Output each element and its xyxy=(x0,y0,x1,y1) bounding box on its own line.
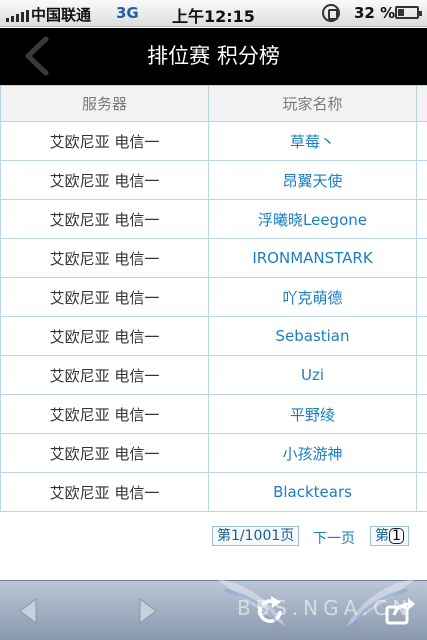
player-link[interactable]: Blacktears xyxy=(208,472,417,512)
status-time: 上午12:15 xyxy=(172,7,255,26)
extra-cell xyxy=(416,472,427,512)
battery-percent: 32 % xyxy=(354,4,396,22)
extra-cell xyxy=(416,316,427,356)
extra-cell xyxy=(416,394,427,434)
table-row: 艾欧尼亚 电信一 IRONMANSTARK xyxy=(0,238,427,278)
server-cell: 艾欧尼亚 电信一 xyxy=(0,199,209,239)
column-header-server: 服务器 xyxy=(0,85,209,122)
page-title: 排位赛 积分榜 xyxy=(147,44,280,68)
table-row: 艾欧尼亚 电信一 Blacktears xyxy=(0,472,427,512)
server-cell: 艾欧尼亚 电信一 xyxy=(0,355,209,395)
page-jump-prefix: 第 xyxy=(375,528,389,544)
column-header-extra xyxy=(416,85,427,122)
column-header-player: 玩家名称 xyxy=(208,85,417,122)
extra-cell xyxy=(416,121,427,161)
table-row: 艾欧尼亚 电信一 吖克萌德 xyxy=(0,277,427,317)
back-arrow-icon[interactable] xyxy=(14,595,46,627)
status-bar: 中国联通 3G 上午12:15 32 % xyxy=(0,0,427,27)
extra-cell xyxy=(416,433,427,473)
next-page-link[interactable]: 下一页 xyxy=(313,528,355,548)
signal-strength-icon xyxy=(6,10,29,22)
site-watermark: BBS.NGA.CN xyxy=(205,568,427,640)
watermark-text: BBS.NGA.CN xyxy=(237,596,413,620)
player-link[interactable]: 草莓丶 xyxy=(208,121,417,161)
player-link[interactable]: 浮曦晓Leegone xyxy=(208,199,417,239)
table-row: 艾欧尼亚 电信一 昂翼天使 xyxy=(0,160,427,200)
rotation-lock-icon xyxy=(322,4,340,22)
extra-cell xyxy=(416,199,427,239)
battery-icon xyxy=(395,6,422,19)
forward-arrow-icon[interactable] xyxy=(130,595,162,627)
server-cell: 艾欧尼亚 电信一 xyxy=(0,238,209,278)
ranking-table: 服务器 玩家名称 艾欧尼亚 电信一 草莓丶 艾欧尼亚 电信一 昂翼天使 艾欧尼亚… xyxy=(0,85,427,512)
server-cell: 艾欧尼亚 电信一 xyxy=(0,121,209,161)
player-link[interactable]: IRONMANSTARK xyxy=(208,238,417,278)
extra-cell xyxy=(416,355,427,395)
table-header-row: 服务器 玩家名称 xyxy=(0,85,427,122)
page-jump-input[interactable]: 1 xyxy=(389,528,404,544)
server-cell: 艾欧尼亚 电信一 xyxy=(0,316,209,356)
table-row: 艾欧尼亚 电信一 浮曦晓Leegone xyxy=(0,199,427,239)
player-link[interactable]: 小孩游神 xyxy=(208,433,417,473)
player-link[interactable]: Sebastian xyxy=(208,316,417,356)
table-row: 艾欧尼亚 电信一 Sebastian xyxy=(0,316,427,356)
extra-cell xyxy=(416,277,427,317)
table-row: 艾欧尼亚 电信一 草莓丶 xyxy=(0,121,427,161)
pagination: 第1/1001页 下一页 第1 xyxy=(0,526,427,550)
extra-cell xyxy=(416,160,427,200)
server-cell: 艾欧尼亚 电信一 xyxy=(0,277,209,317)
carrier-name: 中国联通 xyxy=(31,6,92,24)
network-type: 3G xyxy=(116,4,139,22)
table-row: 艾欧尼亚 电信一 小孩游神 xyxy=(0,433,427,473)
player-link[interactable]: 平野绫 xyxy=(208,394,417,434)
table-row: 艾欧尼亚 电信一 平野绫 xyxy=(0,394,427,434)
page-jump[interactable]: 第1 xyxy=(370,526,409,546)
page-indicator: 第1/1001页 xyxy=(212,526,300,546)
table-row: 艾欧尼亚 电信一 Uzi xyxy=(0,355,427,395)
title-bar: 排位赛 积分榜 xyxy=(0,28,427,85)
chevron-left-icon[interactable] xyxy=(18,36,58,76)
player-link[interactable]: 吖克萌德 xyxy=(208,277,417,317)
server-cell: 艾欧尼亚 电信一 xyxy=(0,160,209,200)
extra-cell xyxy=(416,238,427,278)
player-link[interactable]: Uzi xyxy=(208,355,417,395)
server-cell: 艾欧尼亚 电信一 xyxy=(0,433,209,473)
server-cell: 艾欧尼亚 电信一 xyxy=(0,394,209,434)
player-link[interactable]: 昂翼天使 xyxy=(208,160,417,200)
server-cell: 艾欧尼亚 电信一 xyxy=(0,472,209,512)
